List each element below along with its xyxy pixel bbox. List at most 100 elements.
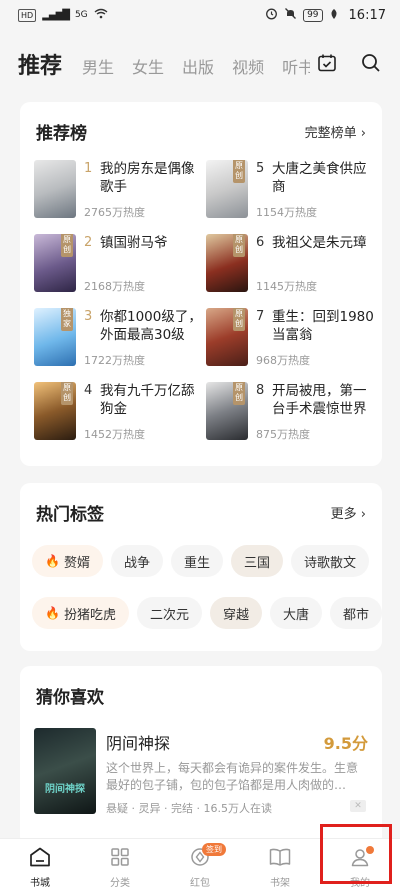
home-icon [29,847,51,871]
dismiss-icon[interactable]: ✕ [350,800,366,812]
book-cover [34,160,76,218]
rank-item-1[interactable]: 1 我的房东是偶像歌手 2765万热度 [34,160,204,222]
book-heat: 1452万热度 [84,428,145,441]
book-heat: 968万热度 [256,354,310,367]
rank-item-8[interactable]: 原创 8 开局被甩，第一台手术震惊世界 875万热度 [206,382,376,444]
notification-dot [366,846,374,854]
tab-male[interactable]: 男生 [82,54,114,78]
rank-number: 1 [84,161,93,176]
bottom-nav: 书城 分类 红包 签到 书架 我的 [0,838,400,888]
book-title: 我祖父是朱元璋 [272,235,367,251]
guess-title: 猜你喜欢 [36,687,104,708]
book-heat: 1145万热度 [256,280,317,293]
rank-item-5[interactable]: 原创 5 大唐之美食供应商 1154万热度 [206,160,376,222]
tab-publish[interactable]: 出版 [182,54,214,78]
hd-indicator: HD [18,8,37,22]
tag-chip[interactable]: 穿越 [209,597,262,629]
flame-icon: 🔥 [45,606,60,620]
hot-tags-card: 热门标签 更多 › 🔥 赘婿 战争 重生 三国 诗歌散文 🔥 扮猪吃虎 二次元 穿越… [20,483,383,651]
status-right: 99 16:17 [265,7,386,23]
rank-number: 3 [84,309,93,324]
rank-number: 8 [256,383,265,398]
nav-category[interactable]: 分类 [80,839,160,888]
tag-label: 诗歌散文 [304,555,357,571]
channel-tabs: 推荐 男生 女生 出版 视频 听书 [18,48,310,80]
tag-label: 战争 [123,555,150,571]
more-tags-link[interactable]: 更多 › [331,503,366,522]
checkin-badge: 签到 [202,843,226,856]
guess-book-item[interactable]: 阴间神探 阴间神探 9.5分 这个世界上，每天都会有诡异的案件发生。生意最好的包… [34,728,370,838]
tag-label: 赘婿 [63,555,90,571]
book-title: 我的房东是偶像歌手 [100,161,195,195]
nav-label: 书架 [270,878,290,888]
tag-chip[interactable]: 都市 [330,597,383,629]
tag-row-1: 🔥 赘婿 战争 重生 三国 诗歌散文 [32,545,370,577]
status-left: HD ▂▄▆█ 5G [18,8,108,22]
cover-tag: 原创 [233,234,245,257]
book-cover: 原创 [206,382,248,440]
tag-label: 都市 [343,607,370,623]
nav-mine[interactable]: 我的 [320,839,400,888]
book-score: 9.5分 [323,734,368,753]
alarm-icon [265,7,278,23]
book-title: 我有九千万亿舔狗金 [100,383,195,417]
tab-female[interactable]: 女生 [132,54,164,78]
cover-tag: 原创 [61,234,73,257]
clock: 16:17 [348,7,386,23]
nav-label: 我的 [350,878,370,888]
rank-item-6[interactable]: 原创 6 我祖父是朱元璋 1145万热度 [206,234,376,296]
mute-icon [284,7,297,23]
tag-row-2: 🔥 扮猪吃虎 二次元 穿越 大唐 都市 [32,597,383,629]
tab-audio[interactable]: 听书 [282,54,310,78]
book-cover: 独家 [34,308,76,366]
nav-label: 分类 [110,878,130,888]
tag-chip[interactable]: 诗歌散文 [291,545,370,577]
rank-number: 2 [84,235,93,250]
rank-item-4[interactable]: 原创 4 我有九千万亿舔狗金 1452万热度 [34,382,204,444]
ranking-title: 推荐榜 [36,123,87,144]
cover-tag: 原创 [61,382,73,405]
tag-chip[interactable]: 战争 [110,545,163,577]
battery-indicator: 99 [303,8,323,22]
tab-recommend[interactable]: 推荐 [18,48,62,80]
book-title: 开局被甩，第一台手术震惊世界 [272,383,367,417]
cover-tag: 原创 [233,160,245,183]
nav-bookstore[interactable]: 书城 [0,839,80,888]
nav-redpacket[interactable]: 红包 签到 [160,839,240,888]
tag-label: 扮猪吃虎 [63,607,116,623]
guess-you-like-card: 猜你喜欢 阴间神探 阴间神探 9.5分 这个世界上，每天都会有诡异的案件发生。生… [20,666,382,846]
book-title: 大唐之美食供应商 [272,161,367,195]
nav-label: 书城 [30,878,50,888]
tag-chip[interactable]: 🔥 赘婿 [32,545,103,577]
cover-tag: 原创 [233,308,245,331]
calendar-check-icon[interactable] [316,52,338,74]
tab-video[interactable]: 视频 [232,54,264,78]
tag-chip[interactable]: 🔥 扮猪吃虎 [32,597,129,629]
ranking-header: 推荐榜 完整榜单 › [20,102,382,160]
nav-bookshelf[interactable]: 书架 [240,839,320,888]
book-description: 这个世界上，每天都会有诡异的案件发生。生意最好的包子铺，包的包子馅都是用人肉做的… [106,761,359,792]
top-icons [316,52,382,74]
leaf-icon [329,8,339,23]
tag-chip[interactable]: 三国 [231,545,284,577]
rank-number: 5 [256,161,265,176]
rank-item-7[interactable]: 原创 7 重生：回到1980当富翁 968万热度 [206,308,376,370]
rank-item-2[interactable]: 原创 2 镇国驸马爷 2168万热度 [34,234,204,296]
book-heat: 1722万热度 [84,354,145,367]
ranking-card: 推荐榜 完整榜单 › 1 我的房东是偶像歌手 2765万热度 原创 2 镇国驸马… [20,102,382,466]
rank-item-3[interactable]: 独家 3 你都1000级了，外面最高30级 1722万热度 [34,308,204,370]
tag-chip[interactable]: 大唐 [270,597,323,629]
cover-tag: 原创 [233,382,245,405]
book-heat: 2765万热度 [84,206,145,219]
guess-header: 猜你喜欢 [20,666,382,724]
tag-chip[interactable]: 二次元 [136,597,202,629]
book-icon [269,847,291,871]
book-title: 镇国驸马爷 [100,235,168,251]
book-cover: 原创 [34,234,76,292]
rank-number: 4 [84,383,93,398]
book-title: 重生：回到1980当富翁 [272,309,374,343]
book-heat: 875万热度 [256,428,310,441]
full-ranking-link[interactable]: 完整榜单 › [305,122,366,141]
search-icon[interactable] [360,52,382,74]
tag-chip[interactable]: 重生 [170,545,223,577]
